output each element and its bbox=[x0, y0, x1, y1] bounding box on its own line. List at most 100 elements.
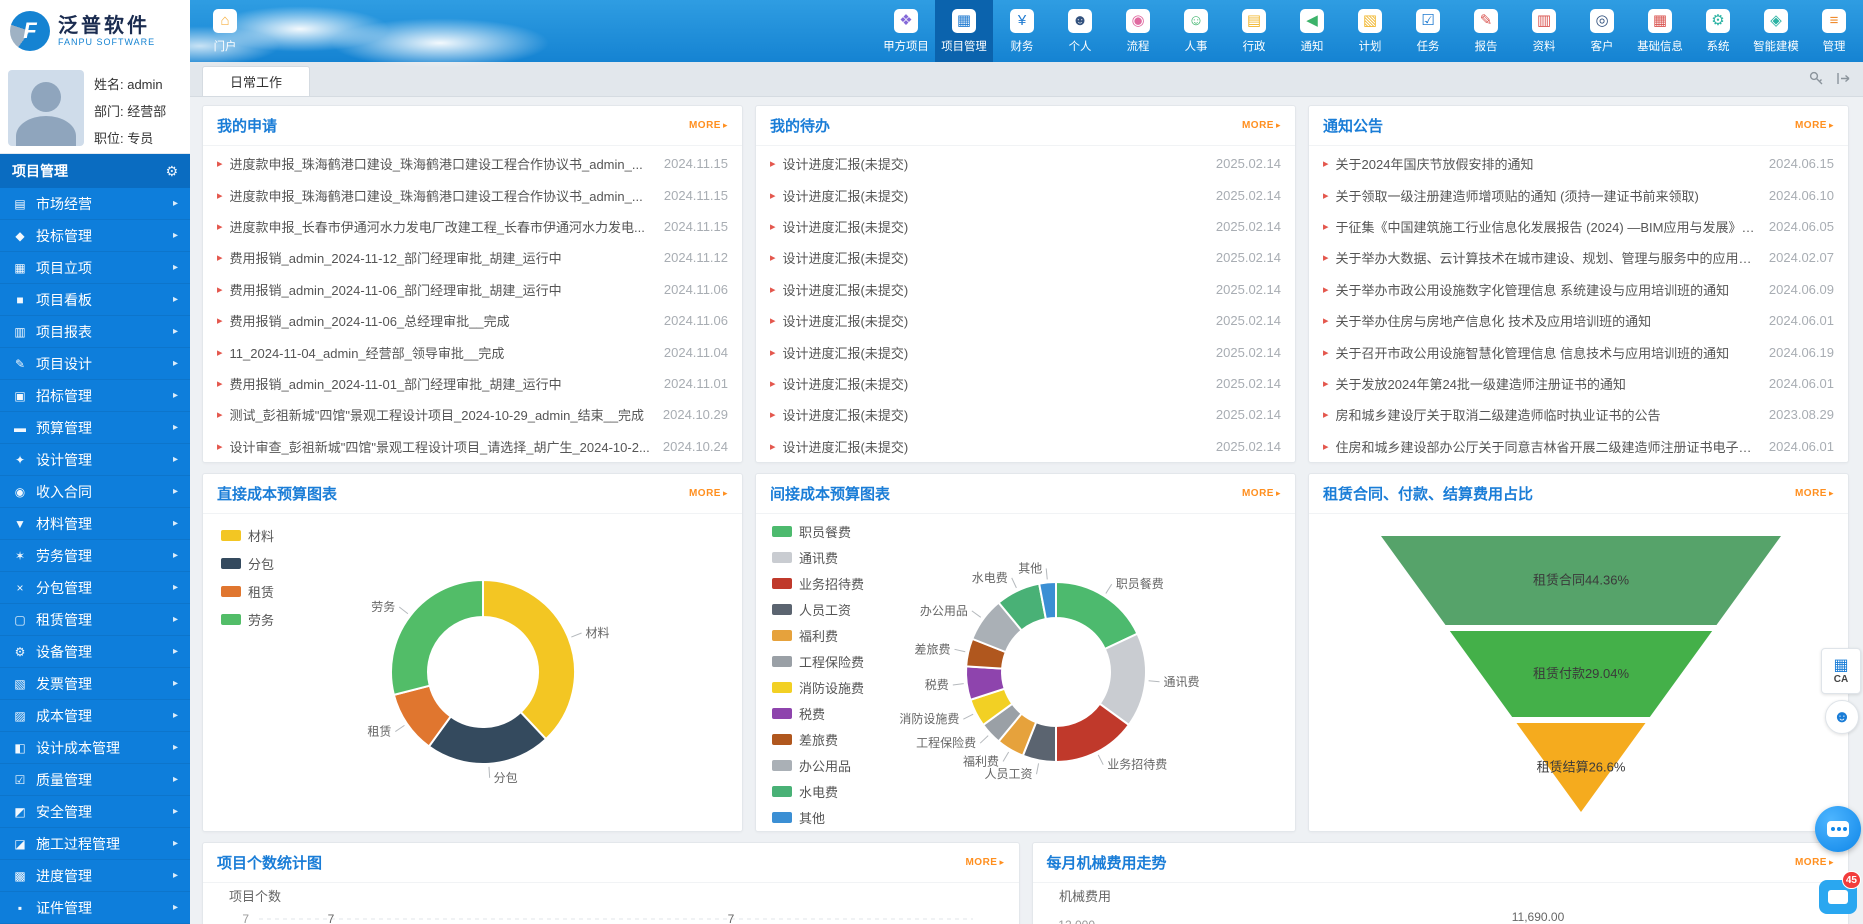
top-nav-item[interactable]: ☻ 个人 bbox=[1051, 0, 1109, 62]
todo-list-item[interactable]: ▸ 设计进度汇报(未提交) 2025.02.14 bbox=[756, 336, 1295, 367]
sidebar-menu-item[interactable]: ▩ 进度管理 ▸ bbox=[0, 860, 190, 892]
sidebar-menu-item[interactable]: ▥ 项目报表 ▸ bbox=[0, 316, 190, 348]
top-nav-item[interactable]: ▦ 基础信息 bbox=[1631, 0, 1689, 62]
top-nav-item[interactable]: ▦ 项目管理 bbox=[935, 0, 993, 62]
top-nav-item[interactable]: ✎ 报告 bbox=[1457, 0, 1515, 62]
todo-list-item[interactable]: ▸ 设计进度汇报(未提交) 2025.02.14 bbox=[756, 431, 1295, 462]
legend-item[interactable]: 劳务 bbox=[221, 610, 274, 629]
more-link-requests[interactable]: MORE▸ bbox=[689, 120, 728, 131]
sidebar-menu-item[interactable]: ◪ 施工过程管理 ▸ bbox=[0, 828, 190, 860]
sidebar-menu-item[interactable]: ▢ 租赁管理 ▸ bbox=[0, 604, 190, 636]
notice-list-item[interactable]: ▸ 关于召开市政公用设施智慧化管理信息 信息技术与应用培训班的通知 2024.0… bbox=[1309, 336, 1848, 367]
sidebar-menu-item[interactable]: ✶ 劳务管理 ▸ bbox=[0, 540, 190, 572]
sidebar-menu-item[interactable]: ◆ 投标管理 ▸ bbox=[0, 220, 190, 252]
sidebar-menu-item[interactable]: × 分包管理 ▸ bbox=[0, 572, 190, 604]
sidebar-menu-item[interactable]: ▣ 招标管理 ▸ bbox=[0, 380, 190, 412]
notice-list-item[interactable]: ▸ 房和城乡建设厅关于取消二级建造师临时执业证书的公告 2023.08.29 bbox=[1309, 399, 1848, 430]
notice-list-item[interactable]: ▸ 关于举办市政公用设施数字化管理信息 系统建设与应用培训班的通知 2024.0… bbox=[1309, 274, 1848, 305]
request-list-item[interactable]: ▸ 费用报销_admin_2024-11-06_总经理审批__完成 2024.1… bbox=[203, 305, 742, 336]
notice-list-item[interactable]: ▸ 关于举办大数据、云计算技术在城市建设、规划、管理与服务中的应用培训班... … bbox=[1309, 242, 1848, 273]
top-nav-item[interactable]: ◈ 智能建模 bbox=[1747, 0, 1805, 62]
request-list-item[interactable]: ▸ 费用报销_admin_2024-11-06_部门经理审批_胡建_运行中 20… bbox=[203, 274, 742, 305]
notice-list-item[interactable]: ▸ 关于领取一级注册建造师增项贴的通知 (须持一建证书前来领取) 2024.06… bbox=[1309, 179, 1848, 210]
more-link-machine-cost[interactable]: MORE▸ bbox=[1795, 857, 1834, 868]
legend-item[interactable]: 职员餐费 bbox=[772, 522, 864, 541]
top-nav-item[interactable]: ❖ 甲方项目 bbox=[877, 0, 935, 62]
sidebar-menu-item[interactable]: ▨ 成本管理 ▸ bbox=[0, 700, 190, 732]
top-nav-item[interactable]: ☑ 任务 bbox=[1399, 0, 1457, 62]
top-nav-item[interactable]: ▧ 计划 bbox=[1341, 0, 1399, 62]
legend-item[interactable]: 人员工资 bbox=[772, 600, 864, 619]
notice-list-item[interactable]: ▸ 住房和城乡建设部办公厅关于同意吉林省开展二级建造师注册证书电子证... 20… bbox=[1309, 431, 1848, 462]
sidebar-menu-item[interactable]: ▤ 市场经营 ▸ bbox=[0, 188, 190, 220]
top-nav-item[interactable]: ≡ 管理 bbox=[1805, 0, 1863, 62]
sidebar-menu-item[interactable]: ◧ 设计成本管理 ▸ bbox=[0, 732, 190, 764]
top-nav-item[interactable]: ▤ 行政 bbox=[1225, 0, 1283, 62]
top-nav-item[interactable]: ◀ 通知 bbox=[1283, 0, 1341, 62]
request-list-item[interactable]: ▸ 11_2024-11-04_admin_经营部_领导审批__完成 2024.… bbox=[203, 336, 742, 367]
top-nav-item[interactable]: ▥ 资料 bbox=[1515, 0, 1573, 62]
sidebar-menu-item[interactable]: ▪ 证件管理 ▸ bbox=[0, 892, 190, 924]
legend-item[interactable]: 差旅费 bbox=[772, 730, 864, 749]
request-list-item[interactable]: ▸ 测试_彭祖新城"四馆"景观工程设计项目_2024-10-29_admin_结… bbox=[203, 399, 742, 430]
legend-item[interactable]: 办公用品 bbox=[772, 756, 864, 775]
top-nav-item-portal[interactable]: ⌂ 门户 bbox=[196, 0, 254, 62]
request-list-item[interactable]: ▸ 费用报销_admin_2024-11-01_部门经理审批_胡建_运行中 20… bbox=[203, 368, 742, 399]
sidebar-menu-item[interactable]: ▧ 发票管理 ▸ bbox=[0, 668, 190, 700]
legend-item[interactable]: 水电费 bbox=[772, 782, 864, 801]
todo-list-item[interactable]: ▸ 设计进度汇报(未提交) 2025.02.14 bbox=[756, 274, 1295, 305]
legend-item[interactable]: 其他 bbox=[772, 808, 864, 827]
todo-list-item[interactable]: ▸ 设计进度汇报(未提交) 2025.02.14 bbox=[756, 305, 1295, 336]
more-link-indirect-cost[interactable]: MORE▸ bbox=[1242, 488, 1281, 499]
legend-item[interactable]: 分包 bbox=[221, 554, 274, 573]
notice-list-item[interactable]: ▸ 于征集《中国建筑施工行业信息化发展报告 (2024) —BIM应用与发展》材… bbox=[1309, 211, 1848, 242]
request-list-item[interactable]: ▸ 进度款申报_长春市伊通河水力发电厂改建工程_长春市伊通河水力发电... 20… bbox=[203, 211, 742, 242]
more-link-direct-cost[interactable]: MORE▸ bbox=[689, 488, 728, 499]
sidebar-menu-item[interactable]: ✎ 项目设计 ▸ bbox=[0, 348, 190, 380]
legend-item[interactable]: 租赁 bbox=[221, 582, 274, 601]
legend-item[interactable]: 税费 bbox=[772, 704, 864, 723]
top-nav-item[interactable]: ◉ 流程 bbox=[1109, 0, 1167, 62]
sidebar-menu-item[interactable]: ▦ 项目立项 ▸ bbox=[0, 252, 190, 284]
service-widget[interactable]: ☻ bbox=[1825, 700, 1859, 734]
legend-item[interactable]: 消防设施费 bbox=[772, 678, 864, 697]
notice-list-item[interactable]: ▸ 关于发放2024年第24批一级建造师注册证书的通知 2024.06.01 bbox=[1309, 368, 1848, 399]
key-icon[interactable] bbox=[1809, 71, 1824, 86]
sidebar-menu-item[interactable]: ☑ 质量管理 ▸ bbox=[0, 764, 190, 796]
legend-item[interactable]: 通讯费 bbox=[772, 548, 864, 567]
sidebar-menu-item[interactable]: ◉ 收入合同 ▸ bbox=[0, 476, 190, 508]
request-list-item[interactable]: ▸ 进度款申报_珠海鹤港口建设_珠海鹤港口建设工程合作协议书_admin_...… bbox=[203, 148, 742, 179]
legend-item[interactable]: 工程保险费 bbox=[772, 652, 864, 671]
top-nav-item[interactable]: ⚙ 系统 bbox=[1689, 0, 1747, 62]
sidebar-menu-item[interactable]: ▬ 预算管理 ▸ bbox=[0, 412, 190, 444]
todo-list-item[interactable]: ▸ 设计进度汇报(未提交) 2025.02.14 bbox=[756, 179, 1295, 210]
collapse-icon[interactable] bbox=[1836, 71, 1851, 86]
sidebar-menu-item[interactable]: ■ 项目看板 ▸ bbox=[0, 284, 190, 316]
todo-list-item[interactable]: ▸ 设计进度汇报(未提交) 2025.02.14 bbox=[756, 368, 1295, 399]
more-link-notices[interactable]: MORE▸ bbox=[1795, 120, 1834, 131]
gear-icon[interactable]: ⚙ bbox=[165, 163, 178, 180]
message-button[interactable]: 45 bbox=[1819, 880, 1857, 914]
more-link-todos[interactable]: MORE▸ bbox=[1242, 120, 1281, 131]
top-nav-item[interactable]: ◎ 客户 bbox=[1573, 0, 1631, 62]
todo-list-item[interactable]: ▸ 设计进度汇报(未提交) 2025.02.14 bbox=[756, 399, 1295, 430]
sidebar-menu-item[interactable]: ▼ 材料管理 ▸ bbox=[0, 508, 190, 540]
sidebar-menu-item[interactable]: ✦ 设计管理 ▸ bbox=[0, 444, 190, 476]
sidebar-menu-item[interactable]: ⚙ 设备管理 ▸ bbox=[0, 636, 190, 668]
more-link-rental-funnel[interactable]: MORE▸ bbox=[1795, 488, 1834, 499]
more-link-project-count[interactable]: MORE▸ bbox=[965, 857, 1004, 868]
request-list-item[interactable]: ▸ 设计审查_彭祖新城"四馆"景观工程设计项目_请选择_胡广生_2024-10-… bbox=[203, 431, 742, 462]
legend-item[interactable]: 材料 bbox=[221, 526, 274, 545]
top-nav-item[interactable]: ¥ 财务 bbox=[993, 0, 1051, 62]
assistant-button[interactable] bbox=[1815, 806, 1861, 852]
tab-daily-work[interactable]: 日常工作 bbox=[202, 66, 310, 96]
request-list-item[interactable]: ▸ 进度款申报_珠海鹤港口建设_珠海鹤港口建设工程合作协议书_admin_...… bbox=[203, 179, 742, 210]
todo-list-item[interactable]: ▸ 设计进度汇报(未提交) 2025.02.14 bbox=[756, 211, 1295, 242]
legend-item[interactable]: 业务招待费 bbox=[772, 574, 864, 593]
notice-list-item[interactable]: ▸ 关于2024年国庆节放假安排的通知 2024.06.15 bbox=[1309, 148, 1848, 179]
notice-list-item[interactable]: ▸ 关于举办住房与房地产信息化 技术及应用培训班的通知 2024.06.01 bbox=[1309, 305, 1848, 336]
scan-ca-widget[interactable]: ▦ CA bbox=[1821, 648, 1861, 694]
todo-list-item[interactable]: ▸ 设计进度汇报(未提交) 2025.02.14 bbox=[756, 242, 1295, 273]
todo-list-item[interactable]: ▸ 设计进度汇报(未提交) 2025.02.14 bbox=[756, 148, 1295, 179]
top-nav-item[interactable]: ☺ 人事 bbox=[1167, 0, 1225, 62]
